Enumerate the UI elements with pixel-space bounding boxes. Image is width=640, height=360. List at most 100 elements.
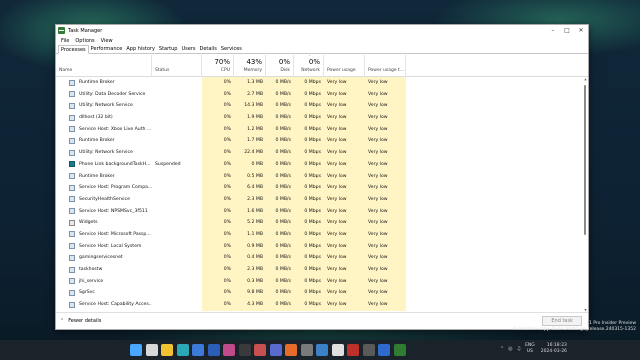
wifi-icon[interactable]: ◎ xyxy=(508,346,512,352)
process-memory: 2.7 MB xyxy=(234,88,266,101)
process-network: 0 Mbps xyxy=(294,147,324,159)
store-icon[interactable] xyxy=(254,344,266,356)
table-row[interactable]: dllhost (32 bit) 0% 1.9 MB 0 MB/s 0 Mbps Very… xyxy=(56,112,588,124)
task-manager-icon[interactable] xyxy=(393,344,406,356)
menu-view[interactable]: View xyxy=(98,38,116,44)
table-row[interactable]: Widgets 0% 5.2 MB 0 MB/s 0 Mbps Very low Very … xyxy=(56,217,588,229)
chevron-up-icon[interactable]: ⌃ xyxy=(60,318,64,324)
terminal-icon[interactable] xyxy=(238,344,251,356)
table-row[interactable]: jhi_service 0% 0.3 MB 0 MB/s 0 Mbps Very low V… xyxy=(56,275,588,288)
process-status xyxy=(152,171,202,183)
table-row[interactable]: Runtime Broker 0% 0.5 MB 0 MB/s 0 Mbps Very l… xyxy=(56,170,588,183)
app-icon[interactable] xyxy=(223,344,235,356)
column-cpu-header[interactable]: 70% CPU xyxy=(202,55,234,77)
tab-startup[interactable]: Startup xyxy=(157,44,180,53)
menu-options[interactable]: Options xyxy=(72,38,97,44)
process-cpu: 0% xyxy=(202,228,234,241)
table-row[interactable]: Service Host: Capability Acces... 0% 4.3 M… xyxy=(56,299,588,311)
tab-services[interactable]: Services xyxy=(219,44,244,53)
scroll-up-icon[interactable]: ▲ xyxy=(583,77,588,81)
column-power-trend-header[interactable]: Power usage t... xyxy=(365,55,406,77)
table-row[interactable]: taskhostw 0% 2.3 MB 0 MB/s 0 Mbps Very low Ver… xyxy=(56,264,588,276)
gear-box-icon xyxy=(69,184,75,191)
table-row[interactable]: gamingservicesnet 0% 0.4 MB 0 MB/s 0 Mbps Ver… xyxy=(56,252,588,264)
process-cpu: 0% xyxy=(202,193,234,206)
column-network-header[interactable]: ˇ 0% Network xyxy=(294,55,324,77)
settings-icon[interactable] xyxy=(300,344,313,356)
volume-icon[interactable]: ♫ xyxy=(517,346,521,352)
search-icon[interactable] xyxy=(145,344,158,356)
tab-processes[interactable]: Processes xyxy=(58,45,89,54)
process-power: Very low xyxy=(324,193,365,206)
edge-beta-icon[interactable] xyxy=(192,344,204,356)
process-network: 0 Mbps xyxy=(294,287,324,300)
file-explorer-icon[interactable] xyxy=(161,344,173,356)
table-row[interactable]: Runtime Broker 0% 1.3 MB 0 MB/s 0 Mbps Very l… xyxy=(56,77,588,89)
process-memory: 2.3 MB xyxy=(234,193,266,206)
process-cpu: 0% xyxy=(202,135,234,148)
tab-users[interactable]: Users xyxy=(179,44,197,53)
process-power-trend: Very low xyxy=(365,158,406,171)
edge-icon[interactable] xyxy=(176,344,189,356)
vertical-scrollbar[interactable]: ▲ ▼ xyxy=(583,77,588,312)
table-row[interactable]: SgrSvc 0% 9.8 MB 0 MB/s 0 Mbps Very low Very l… xyxy=(56,287,588,300)
tab-performance[interactable]: Performance xyxy=(89,44,125,53)
table-row[interactable]: Service Host: Microsoft Passp... 0% 1.1 MB… xyxy=(56,228,588,241)
windows-start-icon[interactable] xyxy=(130,344,142,356)
table-row[interactable]: Runtime Broker 0% 1.7 MB 0 MB/s 0 Mbps Very l… xyxy=(56,135,588,148)
process-disk: 0 MB/s xyxy=(266,88,294,101)
table-row[interactable]: Utility: Data Decoder Service 0% 2.7 MB 0 M… xyxy=(56,88,588,101)
app-icon-5[interactable] xyxy=(378,344,390,356)
firefox-icon[interactable] xyxy=(285,344,297,356)
column-disk-header[interactable]: 0% Disk xyxy=(266,55,294,77)
process-memory: 0 MB xyxy=(234,158,266,171)
process-status: Suspended xyxy=(155,161,181,167)
app-icon-4[interactable] xyxy=(362,344,375,356)
process-name: Phone Link backgroundTaskH... xyxy=(79,161,151,167)
fewer-details-link[interactable]: Fewer details xyxy=(68,318,101,324)
column-memory-header[interactable]: 43% Memory xyxy=(234,55,266,77)
table-row[interactable]: Utility: Network Service 0% 14.3 MB 0 MB/s 0… xyxy=(56,100,588,113)
menu-file[interactable]: File xyxy=(58,38,72,44)
process-name: Runtime Broker xyxy=(79,80,115,85)
app-icon-3[interactable] xyxy=(347,344,359,356)
maximize-button[interactable]: □ xyxy=(560,25,574,36)
app-icon-2[interactable] xyxy=(331,344,344,356)
box-icon xyxy=(69,289,75,296)
task-manager-window: Task Manager – □ ✕ File Options View Pro… xyxy=(55,24,589,330)
process-cpu: 0% xyxy=(202,217,234,229)
scroll-thumb[interactable] xyxy=(584,85,586,235)
table-row[interactable]: Service Host: Xbox Live Auth ... 0% 1.2 MB… xyxy=(56,123,588,136)
table-row[interactable]: Service Host: Local System 0% 0.9 MB 0 MB/s… xyxy=(56,240,588,253)
process-memory: 9.8 MB xyxy=(234,287,266,300)
process-power: Very low xyxy=(324,228,365,241)
table-row[interactable]: SecurityHealthService 0% 2.3 MB 0 MB/s 0 Mbp… xyxy=(56,193,588,206)
process-disk: 0 MB/s xyxy=(266,170,294,183)
minimize-button[interactable]: – xyxy=(546,25,560,36)
process-cpu: 0% xyxy=(202,182,234,194)
process-network: 0 Mbps xyxy=(294,170,324,183)
gear-box-icon xyxy=(69,208,75,215)
chevron-up-tray-icon[interactable]: ⌃ xyxy=(500,346,504,352)
system-tray: ⌃ ◎ ♫ ENG US 16:18:23 2024-03-26 xyxy=(500,343,573,354)
tab-details[interactable]: Details xyxy=(197,44,218,53)
chat-icon[interactable] xyxy=(269,344,282,356)
clock[interactable]: 16:18:23 2024-03-26 xyxy=(541,343,567,354)
column-status-header[interactable]: Status xyxy=(152,55,202,77)
table-row[interactable]: Service Host: NPSMSvc_3f511 0% 1.6 MB 0 MB/… xyxy=(56,205,588,218)
title-bar[interactable]: Task Manager – □ ✕ xyxy=(56,25,588,36)
photos-icon[interactable] xyxy=(316,344,328,356)
process-power: Very low xyxy=(324,100,365,113)
column-name-header[interactable]: Name xyxy=(56,55,152,77)
table-row[interactable]: Service Host: Program Compa... 0% 6.4 MB 0 … xyxy=(56,182,588,194)
tab-app-history[interactable]: App history xyxy=(124,44,157,53)
close-button[interactable]: ✕ xyxy=(574,25,588,36)
word-icon[interactable] xyxy=(207,344,220,356)
process-power-trend: Very low xyxy=(365,77,406,89)
language-indicator[interactable]: ENG US xyxy=(525,343,535,354)
column-power-header[interactable]: Power usage xyxy=(324,55,365,77)
table-row[interactable]: Phone Link backgroundTaskH... Suspended 0%… xyxy=(56,158,588,171)
process-memory: 2.3 MB xyxy=(234,264,266,276)
table-row[interactable]: Utility: Network Service 0% 22.4 MB 0 MB/s 0… xyxy=(56,147,588,159)
process-power-trend: Very low xyxy=(365,100,406,113)
